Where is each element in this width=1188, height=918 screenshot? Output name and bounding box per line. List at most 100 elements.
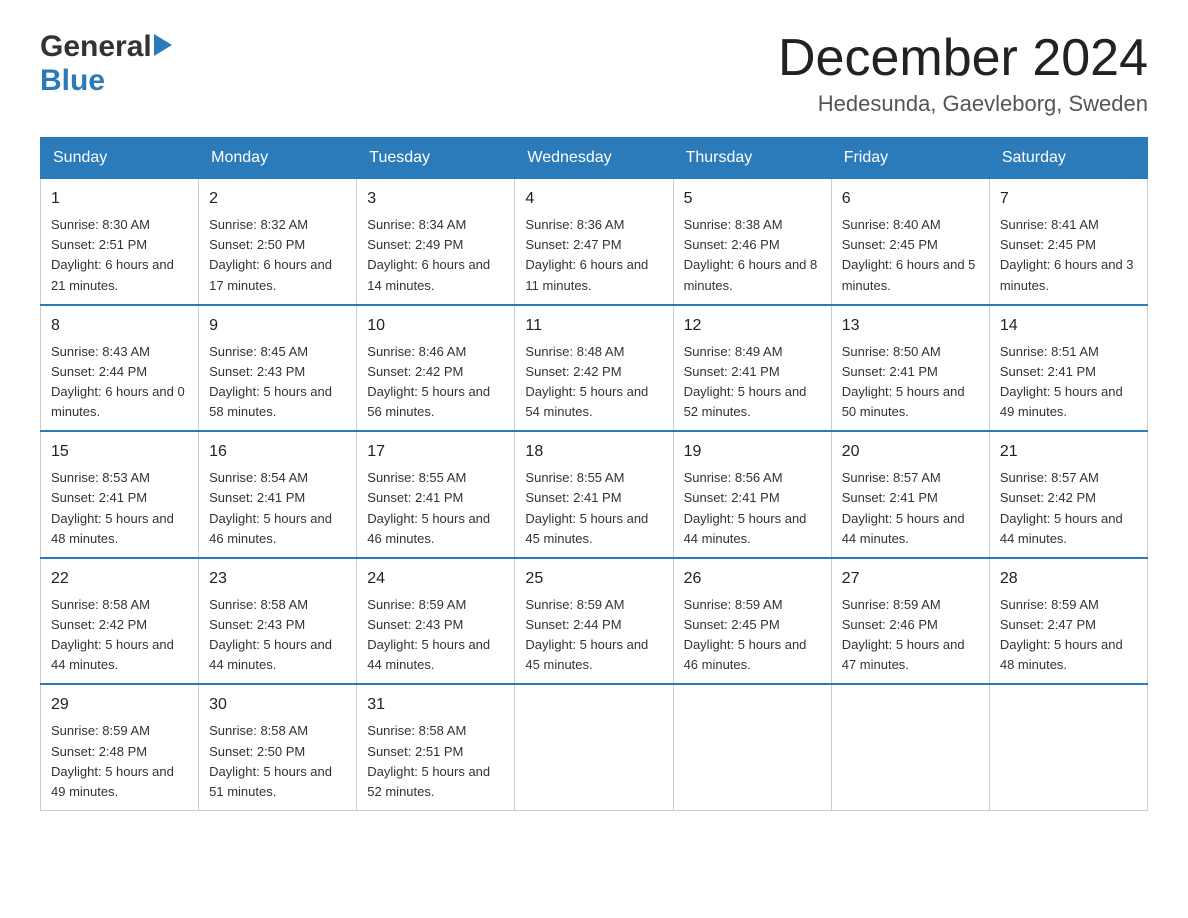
calendar-cell: 22 Sunrise: 8:58 AMSunset: 2:42 PMDayligh… [41, 558, 199, 685]
day-info: Sunrise: 8:36 AMSunset: 2:47 PMDaylight:… [525, 215, 662, 296]
day-number: 1 [51, 187, 188, 211]
day-info: Sunrise: 8:32 AMSunset: 2:50 PMDaylight:… [209, 215, 346, 296]
calendar-cell: 24Sunrise: 8:59 AMSunset: 2:43 PMDayligh… [357, 558, 515, 685]
day-number: 28 [1000, 567, 1137, 591]
day-info: Sunrise: 8:40 AMSunset: 2:45 PMDaylight:… [842, 215, 979, 296]
logo-arrow-icon [154, 34, 172, 56]
day-info: Sunrise: 8:50 AMSunset: 2:41 PMDaylight:… [842, 342, 979, 423]
calendar-header-saturday: Saturday [989, 138, 1147, 178]
day-info: Sunrise: 8:38 AMSunset: 2:46 PMDaylight:… [684, 215, 821, 296]
calendar-header-friday: Friday [831, 138, 989, 178]
day-info: Sunrise: 8:59 AMSunset: 2:44 PMDaylight:… [525, 595, 662, 676]
day-info: Sunrise: 8:55 AMSunset: 2:41 PMDaylight:… [367, 468, 504, 549]
day-info: Sunrise: 8:48 AMSunset: 2:42 PMDaylight:… [525, 342, 662, 423]
day-number: 31 [367, 693, 504, 717]
calendar-cell: 3Sunrise: 8:34 AMSunset: 2:49 PMDaylight… [357, 178, 515, 305]
day-number: 3 [367, 187, 504, 211]
calendar-cell: 14 Sunrise: 8:51 AMSunset: 2:41 PMDayligh… [989, 305, 1147, 432]
calendar-cell: 10 Sunrise: 8:46 AMSunset: 2:42 PMDayligh… [357, 305, 515, 432]
day-number: 20 [842, 440, 979, 464]
day-number: 2 [209, 187, 346, 211]
calendar-cell: 31 Sunrise: 8:58 AMSunset: 2:51 PMDayligh… [357, 684, 515, 810]
calendar-header-thursday: Thursday [673, 138, 831, 178]
day-info: Sunrise: 8:49 AMSunset: 2:41 PMDaylight:… [684, 342, 821, 423]
calendar-cell: 11 Sunrise: 8:48 AMSunset: 2:42 PMDayligh… [515, 305, 673, 432]
day-info: Sunrise: 8:58 AMSunset: 2:50 PMDaylight:… [209, 721, 346, 802]
page-header: General Blue December 2024 Hedesunda, Ga… [40, 30, 1148, 117]
calendar-cell: 1 Sunrise: 8:30 AMSunset: 2:51 PMDaylight… [41, 178, 199, 305]
logo-general-text: General [40, 30, 152, 64]
day-number: 10 [367, 314, 504, 338]
day-info: Sunrise: 8:51 AMSunset: 2:41 PMDaylight:… [1000, 342, 1137, 423]
calendar-week-row: 1 Sunrise: 8:30 AMSunset: 2:51 PMDaylight… [41, 178, 1148, 305]
day-number: 25 [525, 567, 662, 591]
day-info: Sunrise: 8:58 AMSunset: 2:43 PMDaylight:… [209, 595, 346, 676]
calendar-cell: 9 Sunrise: 8:45 AMSunset: 2:43 PMDaylight… [199, 305, 357, 432]
day-number: 24 [367, 567, 504, 591]
location-title: Hedesunda, Gaevleborg, Sweden [778, 91, 1148, 117]
day-number: 16 [209, 440, 346, 464]
calendar-cell: 13Sunrise: 8:50 AMSunset: 2:41 PMDayligh… [831, 305, 989, 432]
calendar-cell: 18Sunrise: 8:55 AMSunset: 2:41 PMDayligh… [515, 431, 673, 558]
calendar-cell: 29 Sunrise: 8:59 AMSunset: 2:48 PMDayligh… [41, 684, 199, 810]
day-info: Sunrise: 8:45 AMSunset: 2:43 PMDaylight:… [209, 342, 346, 423]
day-info: Sunrise: 8:56 AMSunset: 2:41 PMDaylight:… [684, 468, 821, 549]
day-number: 22 [51, 567, 188, 591]
calendar-cell: 21 Sunrise: 8:57 AMSunset: 2:42 PMDayligh… [989, 431, 1147, 558]
month-title: December 2024 [778, 30, 1148, 87]
calendar-cell [831, 684, 989, 810]
day-number: 17 [367, 440, 504, 464]
calendar-cell: 5 Sunrise: 8:38 AMSunset: 2:46 PMDaylight… [673, 178, 831, 305]
calendar-cell: 7Sunrise: 8:41 AMSunset: 2:45 PMDaylight… [989, 178, 1147, 305]
day-info: Sunrise: 8:30 AMSunset: 2:51 PMDaylight:… [51, 215, 188, 296]
title-block: December 2024 Hedesunda, Gaevleborg, Swe… [778, 30, 1148, 117]
calendar-cell: 26Sunrise: 8:59 AMSunset: 2:45 PMDayligh… [673, 558, 831, 685]
calendar-cell: 20 Sunrise: 8:57 AMSunset: 2:41 PMDayligh… [831, 431, 989, 558]
day-info: Sunrise: 8:59 AMSunset: 2:47 PMDaylight:… [1000, 595, 1137, 676]
day-info: Sunrise: 8:57 AMSunset: 2:42 PMDaylight:… [1000, 468, 1137, 549]
calendar-header-monday: Monday [199, 138, 357, 178]
day-number: 7 [1000, 187, 1137, 211]
day-number: 21 [1000, 440, 1137, 464]
day-number: 27 [842, 567, 979, 591]
calendar-week-row: 15Sunrise: 8:53 AMSunset: 2:41 PMDayligh… [41, 431, 1148, 558]
calendar-cell: 12 Sunrise: 8:49 AMSunset: 2:41 PMDayligh… [673, 305, 831, 432]
logo-blue-text: Blue [40, 64, 105, 97]
calendar-cell: 6Sunrise: 8:40 AMSunset: 2:45 PMDaylight… [831, 178, 989, 305]
calendar-cell: 25 Sunrise: 8:59 AMSunset: 2:44 PMDayligh… [515, 558, 673, 685]
calendar-cell: 27 Sunrise: 8:59 AMSunset: 2:46 PMDayligh… [831, 558, 989, 685]
day-number: 8 [51, 314, 188, 338]
day-number: 12 [684, 314, 821, 338]
logo: General Blue [40, 30, 172, 98]
calendar-cell: 4 Sunrise: 8:36 AMSunset: 2:47 PMDaylight… [515, 178, 673, 305]
calendar-header-wednesday: Wednesday [515, 138, 673, 178]
day-info: Sunrise: 8:59 AMSunset: 2:46 PMDaylight:… [842, 595, 979, 676]
day-number: 29 [51, 693, 188, 717]
day-info: Sunrise: 8:57 AMSunset: 2:41 PMDaylight:… [842, 468, 979, 549]
day-number: 23 [209, 567, 346, 591]
calendar-cell: 19 Sunrise: 8:56 AMSunset: 2:41 PMDayligh… [673, 431, 831, 558]
day-number: 19 [684, 440, 821, 464]
calendar-cell [515, 684, 673, 810]
calendar-week-row: 29 Sunrise: 8:59 AMSunset: 2:48 PMDayligh… [41, 684, 1148, 810]
day-number: 11 [525, 314, 662, 338]
day-number: 5 [684, 187, 821, 211]
calendar-table: SundayMondayTuesdayWednesdayThursdayFrid… [40, 137, 1148, 811]
day-info: Sunrise: 8:58 AMSunset: 2:51 PMDaylight:… [367, 721, 504, 802]
day-number: 4 [525, 187, 662, 211]
day-number: 14 [1000, 314, 1137, 338]
day-number: 18 [525, 440, 662, 464]
day-info: Sunrise: 8:59 AMSunset: 2:48 PMDaylight:… [51, 721, 188, 802]
calendar-cell [989, 684, 1147, 810]
day-info: Sunrise: 8:58 AMSunset: 2:42 PMDaylight:… [51, 595, 188, 676]
calendar-header-row: SundayMondayTuesdayWednesdayThursdayFrid… [41, 138, 1148, 178]
day-number: 30 [209, 693, 346, 717]
calendar-week-row: 22 Sunrise: 8:58 AMSunset: 2:42 PMDayligh… [41, 558, 1148, 685]
calendar-cell: 16Sunrise: 8:54 AMSunset: 2:41 PMDayligh… [199, 431, 357, 558]
day-number: 9 [209, 314, 346, 338]
calendar-cell: 17 Sunrise: 8:55 AMSunset: 2:41 PMDayligh… [357, 431, 515, 558]
calendar-header-sunday: Sunday [41, 138, 199, 178]
calendar-cell: 15Sunrise: 8:53 AMSunset: 2:41 PMDayligh… [41, 431, 199, 558]
day-info: Sunrise: 8:46 AMSunset: 2:42 PMDaylight:… [367, 342, 504, 423]
calendar-week-row: 8Sunrise: 8:43 AMSunset: 2:44 PMDaylight… [41, 305, 1148, 432]
